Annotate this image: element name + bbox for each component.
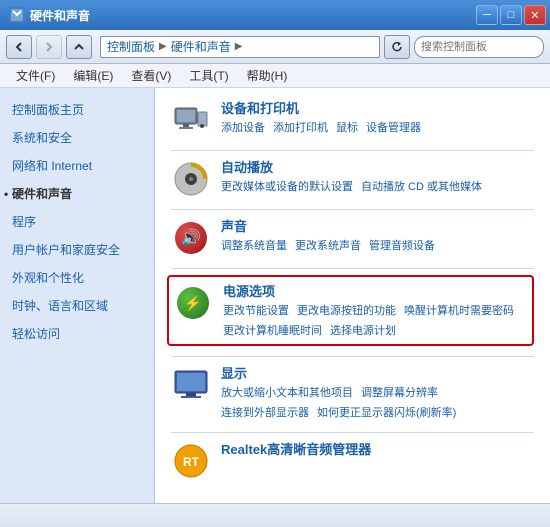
sound-title[interactable]: 声音 xyxy=(221,216,534,235)
devices-link-1[interactable]: 添加打印机 xyxy=(273,120,328,138)
divider-1 xyxy=(171,150,534,151)
menu-tools[interactable]: 工具(T) xyxy=(181,65,236,86)
section-devices: 设备和打印机 添加设备 添加打印机 鼠标 设备管理器 xyxy=(171,98,534,140)
breadcrumb-controlpanel[interactable]: 控制面板 xyxy=(107,38,155,55)
status-bar xyxy=(0,503,550,527)
devices-link-3[interactable]: 设备管理器 xyxy=(366,120,421,138)
breadcrumb: 控制面板 ▶ 硬件和声音 ▶ xyxy=(100,36,380,58)
forward-button[interactable] xyxy=(36,35,62,59)
display-link-2[interactable]: 连接到外部显示器 xyxy=(221,405,309,423)
devices-content: 设备和打印机 添加设备 添加打印机 鼠标 设备管理器 xyxy=(221,98,534,138)
divider-3 xyxy=(171,268,534,269)
sound-icon: 🔊 xyxy=(171,218,211,258)
realtek-icon: RT xyxy=(171,441,211,481)
sidebar-item-hardware[interactable]: 硬件和声音 xyxy=(0,180,154,208)
window-icon xyxy=(8,6,26,24)
sidebar-item-appearance[interactable]: 外观和个性化 xyxy=(0,264,154,292)
devices-link-0[interactable]: 添加设备 xyxy=(221,120,265,138)
up-button[interactable] xyxy=(66,35,92,59)
section-sound: 🔊 声音 调整系统音量 更改系统声音 管理音频设备 xyxy=(171,216,534,258)
section-autoplay: 自动播放 更改媒体或设备的默认设置 自动播放 CD 或其他媒体 xyxy=(171,157,534,199)
sound-link-1[interactable]: 更改系统声音 xyxy=(295,238,361,256)
devices-links: 添加设备 添加打印机 鼠标 设备管理器 xyxy=(221,120,534,138)
power-link-3[interactable]: 更改计算机睡眠时间 xyxy=(223,323,322,341)
refresh-button[interactable] xyxy=(384,35,410,59)
sound-links: 调整系统音量 更改系统声音 管理音频设备 xyxy=(221,238,534,256)
display-icon xyxy=(171,365,211,405)
autoplay-link-0[interactable]: 更改媒体或设备的默认设置 xyxy=(221,179,353,197)
sidebar-item-programs[interactable]: 程序 xyxy=(0,208,154,236)
content-area: 设备和打印机 添加设备 添加打印机 鼠标 设备管理器 xyxy=(155,88,550,503)
sound-link-2[interactable]: 管理音频设备 xyxy=(369,238,435,256)
title-bar-controls: ─ □ ✕ xyxy=(476,5,546,25)
svg-text:RT: RT xyxy=(183,455,200,469)
autoplay-content: 自动播放 更改媒体或设备的默认设置 自动播放 CD 或其他媒体 xyxy=(221,157,534,197)
address-bar: 控制面板 ▶ 硬件和声音 ▶ xyxy=(0,30,550,64)
search-input[interactable] xyxy=(421,41,550,53)
sidebar-item-system[interactable]: 系统和安全 xyxy=(0,124,154,152)
devices-icon xyxy=(171,100,211,140)
realtek-content: Realtek高清晰音频管理器 xyxy=(221,439,534,461)
divider-5 xyxy=(171,432,534,433)
sound-content: 声音 调整系统音量 更改系统声音 管理音频设备 xyxy=(221,216,534,256)
search-bar xyxy=(414,36,544,58)
menu-help[interactable]: 帮助(H) xyxy=(239,65,296,86)
sidebar-item-home[interactable]: 控制面板主页 xyxy=(0,96,154,124)
main-layout: 控制面板主页 系统和安全 网络和 Internet 硬件和声音 程序 用户帐户和… xyxy=(0,88,550,503)
devices-title[interactable]: 设备和打印机 xyxy=(221,98,534,117)
maximize-button[interactable]: □ xyxy=(500,5,522,25)
power-link-1[interactable]: 更改电源按钮的功能 xyxy=(297,303,396,321)
power-link-4[interactable]: 选择电源计划 xyxy=(330,323,396,341)
autoplay-links: 更改媒体或设备的默认设置 自动播放 CD 或其他媒体 xyxy=(221,179,534,197)
divider-4 xyxy=(171,356,534,357)
realtek-title[interactable]: Realtek高清晰音频管理器 xyxy=(221,439,534,458)
display-links: 放大或缩小文本和其他项目 调整屏幕分辨率 连接到外部显示器 如何更正显示器闪烁(… xyxy=(221,385,534,422)
section-display: 显示 放大或缩小文本和其他项目 调整屏幕分辨率 连接到外部显示器 如何更正显示器… xyxy=(171,363,534,422)
display-link-0[interactable]: 放大或缩小文本和其他项目 xyxy=(221,385,353,403)
menu-view[interactable]: 查看(V) xyxy=(123,65,179,86)
section-realtek: RT Realtek高清晰音频管理器 xyxy=(171,439,534,481)
power-title[interactable]: 电源选项 xyxy=(223,281,528,300)
sidebar-item-clock[interactable]: 时钟、语言和区域 xyxy=(0,292,154,320)
menu-bar: 文件(F) 编辑(E) 查看(V) 工具(T) 帮助(H) xyxy=(0,64,550,88)
display-link-3[interactable]: 如何更正显示器闪烁(刷新率) xyxy=(317,405,456,423)
menu-file[interactable]: 文件(F) xyxy=(8,65,63,86)
sound-link-0[interactable]: 调整系统音量 xyxy=(221,238,287,256)
breadcrumb-hardware[interactable]: 硬件和声音 xyxy=(171,38,231,55)
sidebar: 控制面板主页 系统和安全 网络和 Internet 硬件和声音 程序 用户帐户和… xyxy=(0,88,155,503)
title-bar-left: 硬件和声音 xyxy=(8,6,90,24)
sidebar-item-network[interactable]: 网络和 Internet xyxy=(0,152,154,180)
power-content: 电源选项 更改节能设置 更改电源按钮的功能 唤醒计算机时需要密码 更改计算机睡眠… xyxy=(223,281,528,340)
autoplay-icon xyxy=(171,159,211,199)
section-power: ⚡ 电源选项 更改节能设置 更改电源按钮的功能 唤醒计算机时需要密码 更改计算机… xyxy=(167,275,534,346)
autoplay-title[interactable]: 自动播放 xyxy=(221,157,534,176)
autoplay-link-1[interactable]: 自动播放 CD 或其他媒体 xyxy=(361,179,482,197)
sidebar-item-accessibility[interactable]: 轻松访问 xyxy=(0,320,154,348)
minimize-button[interactable]: ─ xyxy=(476,5,498,25)
title-bar: 硬件和声音 ─ □ ✕ xyxy=(0,0,550,30)
window-title: 硬件和声音 xyxy=(30,7,90,24)
back-button[interactable] xyxy=(6,35,32,59)
power-link-0[interactable]: 更改节能设置 xyxy=(223,303,289,321)
display-content: 显示 放大或缩小文本和其他项目 调整屏幕分辨率 连接到外部显示器 如何更正显示器… xyxy=(221,363,534,422)
divider-2 xyxy=(171,209,534,210)
menu-edit[interactable]: 编辑(E) xyxy=(65,65,121,86)
devices-link-2[interactable]: 鼠标 xyxy=(336,120,358,138)
power-links: 更改节能设置 更改电源按钮的功能 唤醒计算机时需要密码 更改计算机睡眠时间 选择… xyxy=(223,303,528,340)
power-link-2[interactable]: 唤醒计算机时需要密码 xyxy=(404,303,514,321)
display-title[interactable]: 显示 xyxy=(221,363,534,382)
power-icon: ⚡ xyxy=(173,283,213,323)
sidebar-item-users[interactable]: 用户帐户和家庭安全 xyxy=(0,236,154,264)
close-button[interactable]: ✕ xyxy=(524,5,546,25)
display-link-1[interactable]: 调整屏幕分辨率 xyxy=(361,385,438,403)
